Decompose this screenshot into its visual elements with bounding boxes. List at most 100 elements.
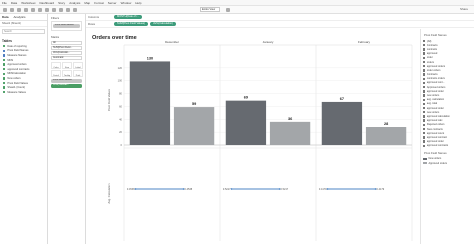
checkbox-icon[interactable] <box>423 140 426 143</box>
checkbox-icon[interactable] <box>423 65 426 68</box>
range-start-point <box>134 188 137 190</box>
menu-item[interactable]: Analysis <box>69 1 80 5</box>
highlight-icon[interactable] <box>59 7 63 12</box>
field-label: Approved orders <box>7 63 27 67</box>
marks-item-avg[interactable]: AVG(Calculati... <box>51 51 82 55</box>
columns-shelf[interactable]: Columns MONTH(Date of r... <box>86 14 474 21</box>
checkbox-icon[interactable] <box>423 111 426 114</box>
undo-icon[interactable] <box>3 7 7 12</box>
swap-icon[interactable] <box>38 7 42 12</box>
dimension-icon <box>3 49 6 53</box>
checkbox-icon[interactable] <box>423 98 426 101</box>
redo-icon[interactable] <box>10 7 14 12</box>
detail-button[interactable]: Detail <box>51 70 61 77</box>
checkbox-icon[interactable] <box>423 85 426 89</box>
rows-label: Rows <box>88 22 95 26</box>
checkbox-icon[interactable] <box>423 119 426 122</box>
checkbox-icon[interactable] <box>423 115 426 118</box>
field-search-input[interactable]: Search <box>2 29 45 34</box>
menu-item[interactable]: Server <box>108 1 117 5</box>
checkbox-icon[interactable] <box>423 94 426 97</box>
checkbox-icon[interactable] <box>423 56 426 60</box>
rows-shelf[interactable]: Rows SUM(Pivot Field Values) AVG(Calcula… <box>86 21 474 28</box>
new-sheet-icon[interactable] <box>31 7 35 12</box>
menu-item[interactable]: Format <box>94 1 104 5</box>
sort-asc-icon[interactable] <box>45 7 49 12</box>
menu-item[interactable]: Help <box>135 1 141 5</box>
menu-item[interactable]: Data <box>11 1 17 5</box>
menu-item[interactable]: Map <box>84 1 90 5</box>
mark-type-select[interactable]: Automatic <box>51 56 82 60</box>
menu-item[interactable]: Worksheet <box>21 1 35 5</box>
tab-data[interactable]: Data <box>2 15 9 19</box>
label-button[interactable]: Label <box>73 62 83 69</box>
checkbox-icon[interactable] <box>423 102 426 106</box>
datasource-name[interactable]: Sheet1 (Sheet1) <box>0 21 47 27</box>
columns-pill[interactable]: MONTH(Date of r... <box>114 14 143 20</box>
column-header: February <box>358 40 371 44</box>
checkbox-icon[interactable] <box>423 77 426 80</box>
marks-avg-pill[interactable]: AVG(Calculati... <box>51 83 82 88</box>
marks-color-pill[interactable]: Pivot Field Names <box>51 79 82 83</box>
new-datasource-icon[interactable] <box>24 7 28 12</box>
marks-item-sum[interactable]: SUM(Pivot Field... <box>51 46 82 50</box>
filter-option-label: order orders <box>426 68 441 72</box>
legend-item[interactable]: Approved orders <box>423 161 474 165</box>
group-icon[interactable] <box>66 7 70 12</box>
filter-option[interactable]: approved contracts <box>423 144 474 148</box>
y-tick-label: 20 <box>119 130 122 134</box>
filter-option-label: New contracts <box>426 127 443 131</box>
bar <box>173 107 215 145</box>
legend-swatch <box>423 161 427 165</box>
checkbox-icon[interactable] <box>423 52 426 55</box>
fit-select[interactable]: Entire View <box>200 7 220 12</box>
checkbox-icon[interactable] <box>423 132 426 135</box>
rows-pill-sum[interactable]: SUM(Pivot Field Values) <box>114 21 149 27</box>
legend-label: Approved orders <box>428 161 447 165</box>
share-button[interactable]: Share <box>460 7 468 11</box>
field-label: approved contracts <box>7 67 30 71</box>
checkbox-icon[interactable] <box>423 48 426 51</box>
checkbox-icon[interactable] <box>423 69 426 72</box>
filter-option-label: approved orders <box>426 64 446 68</box>
filter-option-label: approved calculation <box>426 114 450 118</box>
menu-item[interactable]: Window <box>121 1 132 5</box>
cards-pane: Filters Pivot Field Names Marks All SUM(… <box>48 14 86 244</box>
measure-icon <box>3 68 6 71</box>
tab-analytics[interactable]: Analytics <box>14 15 26 19</box>
menu-item[interactable]: Dashboard <box>39 1 54 5</box>
menu-item[interactable]: File <box>2 1 7 5</box>
checkbox-icon[interactable] <box>423 123 426 127</box>
filters-shelf[interactable]: Pivot Field Names <box>51 21 82 31</box>
tooltip-button[interactable]: Tooltip <box>62 70 72 77</box>
save-icon[interactable] <box>17 7 21 12</box>
color-button[interactable]: Color <box>51 62 61 69</box>
measure-icon <box>3 81 6 85</box>
checkbox-icon[interactable] <box>423 81 426 85</box>
labels-icon[interactable] <box>73 7 77 12</box>
checkbox-icon[interactable] <box>423 39 426 43</box>
checkbox-icon[interactable] <box>423 136 426 139</box>
measure-icon <box>3 63 6 66</box>
checkbox-icon[interactable] <box>423 73 426 76</box>
field-list: Date of reporting Pivot Field Names Measur… <box>0 44 47 95</box>
checkbox-icon[interactable] <box>423 44 426 47</box>
measure-icon <box>3 45 6 48</box>
sort-desc-icon[interactable] <box>52 7 56 12</box>
path-button[interactable]: Path <box>73 70 83 77</box>
marks-item-all[interactable]: All <box>51 41 82 45</box>
field-item[interactable]: Measure Values <box>0 90 47 95</box>
data-pane-tabs: Data Analytics <box>0 14 47 21</box>
size-button[interactable]: Size <box>62 62 72 69</box>
checkbox-icon[interactable] <box>423 106 426 110</box>
checkbox-icon[interactable] <box>423 60 426 64</box>
field-label: Measure Values <box>7 90 26 94</box>
filter-pill[interactable]: Pivot Field Names <box>53 24 80 28</box>
rows-pill-avg[interactable]: AVG(Calculation) <box>150 21 176 27</box>
checkbox-icon[interactable] <box>423 127 426 131</box>
checkbox-icon[interactable] <box>423 90 426 93</box>
range-start-point <box>326 188 329 190</box>
menu-item[interactable]: Story <box>58 1 65 5</box>
present-icon[interactable] <box>226 7 230 12</box>
checkbox-icon[interactable] <box>423 144 426 147</box>
